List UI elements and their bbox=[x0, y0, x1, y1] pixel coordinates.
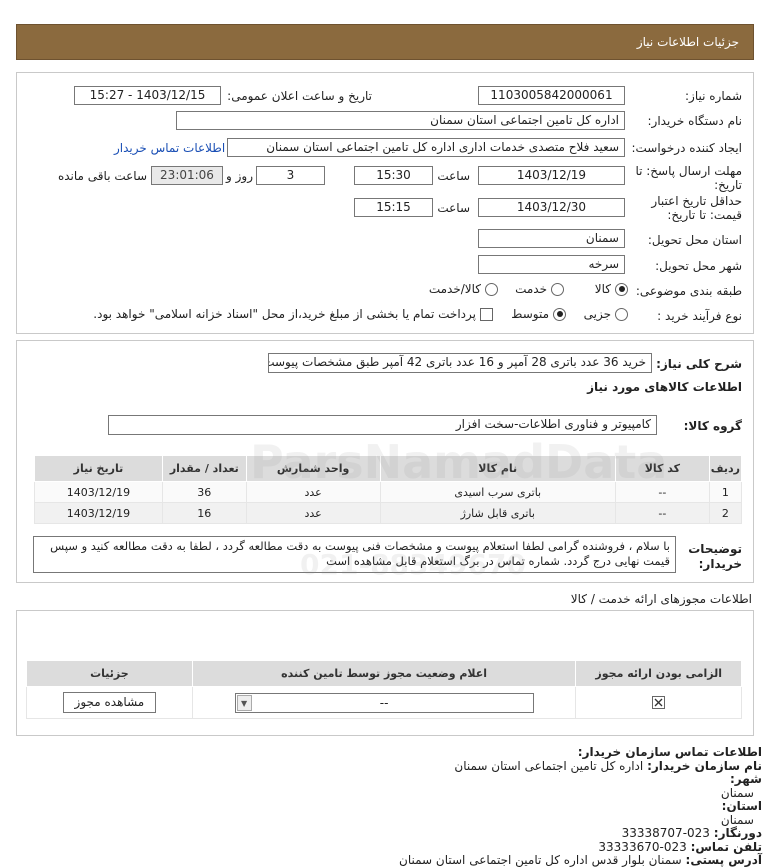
notes-label-line1: توضیحات bbox=[688, 542, 742, 556]
chevron-down-icon[interactable]: ▼ bbox=[236, 694, 252, 711]
cell-unit: عدد bbox=[245, 502, 381, 524]
process-option-minor[interactable]: جزیی bbox=[584, 307, 628, 321]
col-row: ردیف bbox=[708, 455, 743, 482]
contact-province-value: سمنان bbox=[720, 812, 754, 827]
cell-date: 1403/12/19 bbox=[34, 481, 163, 503]
remaining-time-label: ساعت باقی مانده bbox=[57, 169, 147, 183]
creator-field: سعید فلاح متصدی خدمات اداری اداره کل تام… bbox=[227, 138, 625, 157]
checkbox-icon[interactable] bbox=[652, 696, 666, 710]
cell-license-status: -- ▼ bbox=[191, 686, 577, 719]
cell-quantity: 36 bbox=[161, 481, 247, 503]
notes-field: با سلام ، فروشنده گرامی لطفا استعلام پیو… bbox=[33, 536, 676, 573]
treasury-payment-option[interactable]: پرداخت تمام یا بخشی از مبلغ خرید،از محل … bbox=[93, 307, 493, 321]
creator-label: ایجاد کننده درخواست: bbox=[631, 141, 742, 155]
goods-table-header: ردیف کد کالا نام کالا واحد شمارش تعداد /… bbox=[34, 455, 743, 482]
table-row: 2 -- باتری قابل شارژ عدد 16 1403/12/19 bbox=[34, 502, 743, 524]
view-license-button[interactable]: مشاهده مجوز bbox=[62, 692, 156, 713]
category-option-service[interactable]: خدمت bbox=[515, 282, 564, 296]
goods-table: ردیف کد کالا نام کالا واحد شمارش تعداد /… bbox=[34, 455, 743, 524]
radio-icon[interactable] bbox=[615, 282, 628, 296]
buyer-contact-link[interactable]: اطلاعات تماس خریدار bbox=[114, 141, 225, 155]
category-option-goods[interactable]: کالا bbox=[595, 282, 628, 296]
deadline-date-field: 1403/12/19 bbox=[478, 166, 625, 185]
radio-icon[interactable] bbox=[553, 307, 566, 321]
license-status-select[interactable]: -- ▼ bbox=[234, 692, 534, 713]
contact-org-row: نام سازمان خریدار: اداره کل تامین اجتماع… bbox=[454, 758, 762, 773]
col-unit: واحد شمارش bbox=[245, 455, 381, 482]
province-field: سمنان bbox=[478, 229, 625, 248]
contact-city-value: سمنان bbox=[720, 785, 754, 800]
cell-license-details: مشاهده مجوز bbox=[26, 686, 193, 719]
col-license-details: جزئیات bbox=[26, 660, 193, 687]
deadline-time-label: ساعت bbox=[437, 169, 470, 183]
deadline-label-line2: تاریخ: bbox=[714, 178, 742, 192]
cell-quantity: 16 bbox=[161, 502, 247, 524]
cell-name: باتری سرب اسیدی bbox=[379, 481, 616, 503]
cell-license-required bbox=[575, 686, 742, 719]
category-label: طبقه بندی موضوعی: bbox=[635, 284, 742, 298]
page-title: جزئیات اطلاعات نیاز bbox=[636, 35, 739, 49]
city-field: سرخه bbox=[478, 255, 625, 274]
contact-fax-row: دورنگار: 023-33338707 bbox=[621, 826, 762, 840]
validity-time-label: ساعت bbox=[437, 201, 470, 215]
need-number-field: 1103005842000061 bbox=[478, 86, 625, 105]
summary-label: شرح کلی نیاز: bbox=[656, 357, 742, 371]
contact-city-row: شهر: bbox=[730, 772, 762, 786]
cell-row: 1 bbox=[708, 481, 743, 503]
deadline-label-line1: مهلت ارسال پاسخ: تا bbox=[635, 164, 742, 178]
category-option-goods-service[interactable]: کالا/خدمت bbox=[429, 282, 498, 296]
announce-datetime-field: 1403/12/15 - 15:27 bbox=[74, 86, 221, 105]
cell-unit: عدد bbox=[245, 481, 381, 503]
process-option-medium[interactable]: متوسط bbox=[511, 307, 566, 321]
contact-province-row: استان: bbox=[721, 799, 762, 813]
col-license-status: اعلام وضعیت مجوز توسط تامین کننده bbox=[191, 660, 577, 687]
contact-phone-row: تلفن تماس: 023-33333670 bbox=[598, 839, 762, 854]
goods-group-field: کامپیوتر و فناوری اطلاعات-سخت افزار bbox=[108, 415, 657, 435]
col-code: کد کالا bbox=[614, 455, 710, 482]
validity-time-field: 15:15 bbox=[354, 198, 433, 217]
cell-row: 2 bbox=[708, 502, 743, 524]
col-date: تاریخ نیاز bbox=[34, 455, 163, 482]
radio-icon[interactable] bbox=[615, 307, 628, 321]
radio-icon[interactable] bbox=[485, 282, 498, 296]
col-name: نام کالا bbox=[379, 455, 616, 482]
deadline-time-field: 15:30 bbox=[354, 166, 433, 185]
validity-label-line2: قیمت: تا تاریخ: bbox=[667, 208, 742, 222]
city-label: شهر محل تحویل: bbox=[655, 259, 742, 273]
validity-label-line1: حداقل تاریخ اعتبار bbox=[651, 194, 742, 208]
need-number-label: شماره نیاز: bbox=[685, 89, 742, 103]
license-table: الزامی بودن ارائه مجوز اعلام وضعیت مجوز … bbox=[26, 660, 742, 719]
close-icon bbox=[654, 698, 663, 707]
license-table-header: الزامی بودن ارائه مجوز اعلام وضعیت مجوز … bbox=[26, 660, 742, 687]
days-label: روز و bbox=[226, 169, 253, 183]
checkbox-icon[interactable] bbox=[480, 307, 493, 321]
license-status-value: -- bbox=[379, 695, 389, 710]
table-row: -- ▼ مشاهده مجوز bbox=[26, 686, 742, 719]
col-quantity: تعداد / مقدار bbox=[161, 455, 247, 482]
notes-label-line2: خریدار: bbox=[698, 557, 742, 571]
table-row: 1 -- باتری سرب اسیدی عدد 36 1403/12/19 bbox=[34, 481, 743, 503]
cell-code: -- bbox=[614, 481, 710, 503]
license-section-title: اطلاعات مجوزهای ارائه خدمت / کالا bbox=[570, 592, 752, 606]
goods-group-label: گروه کالا: bbox=[683, 419, 742, 433]
buyer-org-label: نام دستگاه خریدار: bbox=[647, 114, 743, 128]
col-license-required: الزامی بودن ارائه مجوز bbox=[575, 660, 742, 687]
contact-title: اطلاعات تماس سازمان خریدار: bbox=[577, 745, 762, 759]
page-header: جزئیات اطلاعات نیاز bbox=[16, 24, 754, 60]
cell-name: باتری قابل شارژ bbox=[379, 502, 616, 524]
contact-address-row: آدرس پستی: سمنان بلوار قدس اداره کل تامی… bbox=[399, 853, 762, 867]
process-type-label: نوع فرآیند خرید : bbox=[657, 309, 742, 323]
goods-section-title: اطلاعات کالاهای مورد نیاز bbox=[587, 380, 742, 394]
radio-icon[interactable] bbox=[551, 282, 564, 296]
announce-label: تاریخ و ساعت اعلان عمومی: bbox=[227, 89, 372, 103]
validity-date-field: 1403/12/30 bbox=[478, 198, 625, 217]
province-label: استان محل تحویل: bbox=[647, 233, 742, 247]
cell-date: 1403/12/19 bbox=[34, 502, 163, 524]
summary-field: خرید 36 عدد باتری 28 آمپر و 16 عدد باتری… bbox=[268, 353, 652, 373]
buyer-org-field: اداره کل تامین اجتماعی استان سمنان bbox=[176, 111, 625, 130]
days-remaining-field: 3 bbox=[256, 166, 325, 185]
remaining-time-field: 23:01:06 bbox=[151, 166, 223, 185]
contact-section: اطلاعات تماس سازمان خریدار: نام سازمان خ… bbox=[399, 745, 762, 868]
cell-code: -- bbox=[614, 502, 710, 524]
